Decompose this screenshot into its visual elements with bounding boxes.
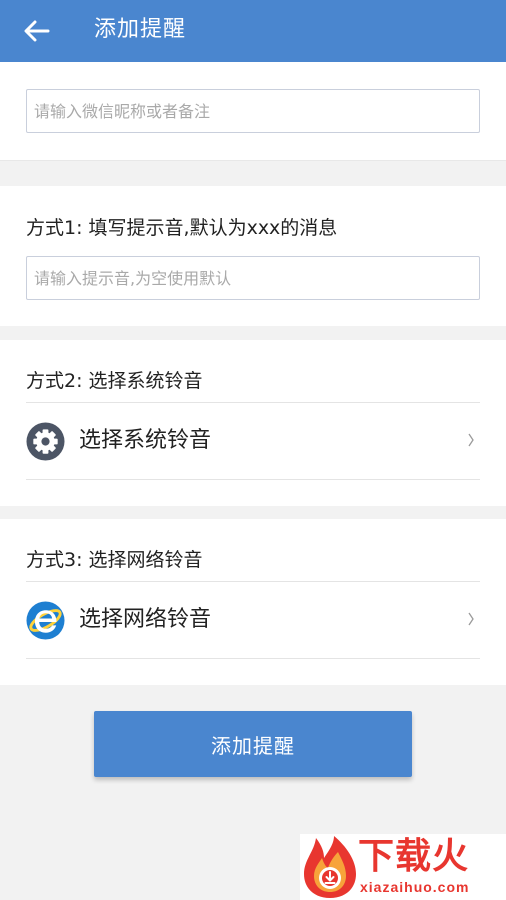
chevron-right-icon bbox=[468, 612, 474, 626]
app-bar: 添加提醒 bbox=[0, 0, 506, 62]
system-ringtone-label: 选择系统铃音 bbox=[79, 428, 212, 453]
flame-logo-icon bbox=[304, 836, 356, 898]
system-ringtone-option[interactable]: 选择系统铃音 bbox=[0, 403, 506, 479]
method3-heading: 方式3: 选择网络铃音 bbox=[26, 549, 203, 571]
watermark: 下载火 xiazaihuo.com bbox=[300, 834, 506, 900]
method2-section: 方式2: 选择系统铃音 选择系统铃音 bbox=[0, 340, 506, 506]
nickname-section bbox=[0, 62, 506, 161]
internet-explorer-icon bbox=[26, 601, 65, 640]
arrow-left-icon bbox=[24, 20, 50, 42]
method3-section: 方式3: 选择网络铃音 选择网络铃音 bbox=[0, 519, 506, 685]
page-title: 添加提醒 bbox=[94, 17, 187, 42]
method2-heading: 方式2: 选择系统铃音 bbox=[26, 370, 203, 392]
prompt-sound-input[interactable] bbox=[26, 256, 480, 300]
method1-heading: 方式1: 填写提示音,默认为xxx的消息 bbox=[26, 217, 338, 239]
back-button[interactable] bbox=[18, 12, 56, 50]
network-ringtone-option[interactable]: 选择网络铃音 bbox=[0, 582, 506, 658]
divider bbox=[26, 658, 480, 659]
gear-icon bbox=[26, 422, 65, 461]
nickname-input[interactable] bbox=[26, 89, 480, 133]
divider bbox=[26, 479, 480, 480]
watermark-title: 下载火 bbox=[358, 836, 470, 877]
method1-section: 方式1: 填写提示音,默认为xxx的消息 bbox=[0, 186, 506, 326]
watermark-url: xiazaihuo.com bbox=[360, 879, 470, 895]
network-ringtone-label: 选择网络铃音 bbox=[79, 607, 212, 632]
chevron-right-icon bbox=[468, 433, 474, 447]
add-reminder-button[interactable]: 添加提醒 bbox=[94, 711, 412, 777]
